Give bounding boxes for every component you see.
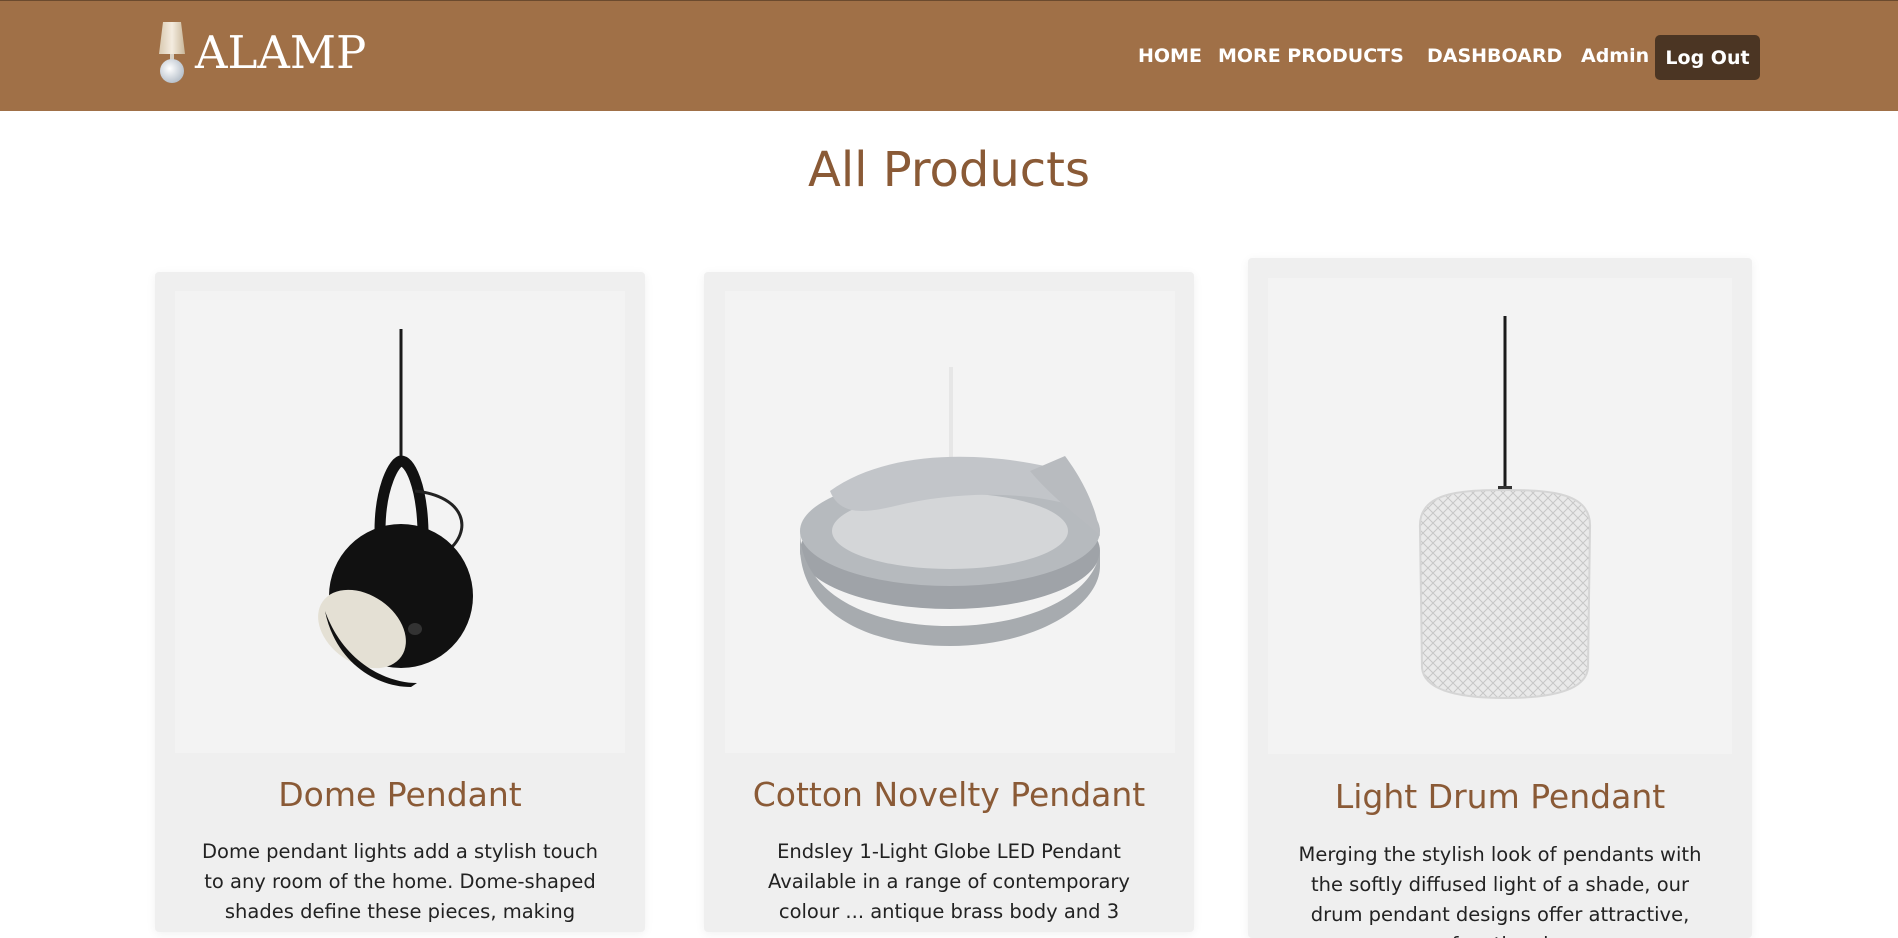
grey-ribbon-pendant-lamp-image bbox=[800, 367, 1100, 646]
product-image[interactable] bbox=[725, 291, 1175, 753]
navbar: ALAMP HOME MORE PRODUCTS DASHBOARD Admin… bbox=[0, 0, 1898, 111]
nav-dashboard-link[interactable]: DASHBOARD bbox=[1427, 45, 1562, 67]
brand-logo-link[interactable]: ALAMP bbox=[155, 19, 366, 85]
product-description: Merging the stylish look of pendants wit… bbox=[1298, 843, 1702, 938]
product-card[interactable]: Dome Pendant Dome pendant lights add a s… bbox=[155, 272, 645, 932]
product-card[interactable]: Cotton Novelty Pendant Endsley 1-Light G… bbox=[704, 272, 1194, 932]
nav-more-products-link[interactable]: MORE PRODUCTS bbox=[1218, 45, 1404, 67]
brand-name: ALAMP bbox=[195, 25, 367, 79]
logout-button[interactable]: Log Out bbox=[1655, 35, 1760, 80]
product-image[interactable] bbox=[1268, 278, 1732, 754]
product-description: Endsley 1-Light Globe LED Pendant Availa… bbox=[768, 840, 1130, 932]
product-title[interactable]: Cotton Novelty Pendant bbox=[704, 775, 1194, 814]
table-lamp-icon bbox=[159, 22, 185, 83]
product-title[interactable]: Light Drum Pendant bbox=[1248, 777, 1752, 816]
nav-admin-link[interactable]: Admin bbox=[1581, 45, 1649, 67]
product-title[interactable]: Dome Pendant bbox=[155, 775, 645, 814]
product-card[interactable]: Light Drum Pendant Merging the stylish l… bbox=[1248, 258, 1752, 938]
product-image[interactable] bbox=[175, 291, 625, 753]
page-title: All Products bbox=[807, 142, 1091, 198]
black-dome-pendant-lamp-image bbox=[318, 329, 473, 687]
white-woven-drum-pendant-lamp-image bbox=[1418, 316, 1592, 700]
nav-home-link[interactable]: HOME bbox=[1138, 45, 1202, 67]
product-description: Dome pendant lights add a stylish touch … bbox=[202, 840, 598, 932]
